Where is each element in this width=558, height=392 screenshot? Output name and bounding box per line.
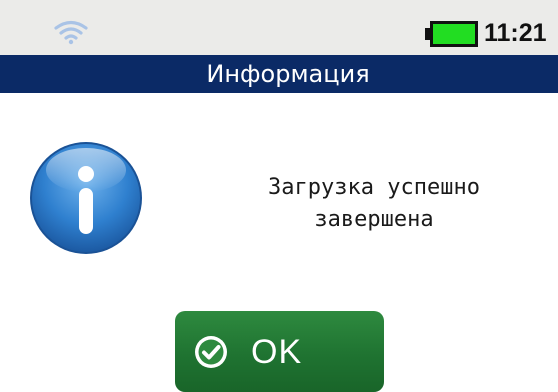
message-line-2: завершена: [314, 207, 434, 232]
title-bar: Информация: [0, 55, 558, 93]
check-circle-icon: [195, 336, 227, 368]
battery-icon: [425, 21, 478, 47]
page-title: Информация: [206, 60, 370, 88]
clock: 11:21: [484, 19, 547, 47]
ok-button-label: OK: [251, 333, 303, 371]
status-message: Загрузка успешно завершена: [212, 172, 536, 236]
ok-button[interactable]: OK: [175, 311, 384, 392]
info-icon: [30, 142, 142, 254]
message-line-1: Загрузка успешно: [268, 175, 480, 200]
wifi-icon: [54, 20, 88, 45]
status-bar: 11:21: [0, 0, 558, 55]
